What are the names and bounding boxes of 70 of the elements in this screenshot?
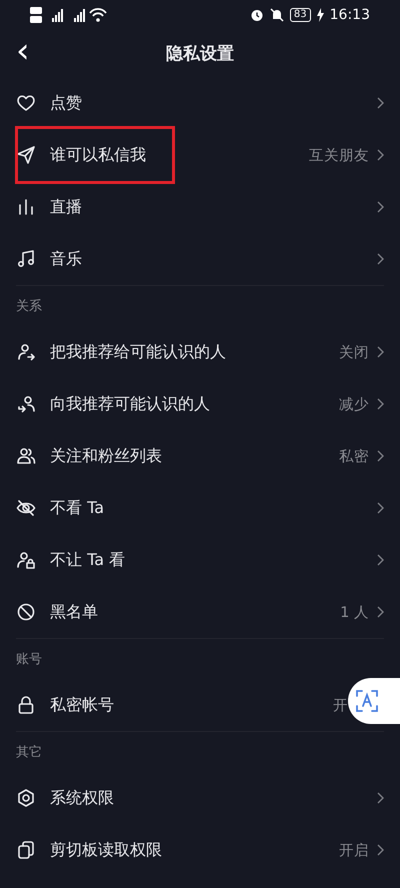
- row-label: 私密帐号: [50, 694, 115, 716]
- chevron-icon: [377, 201, 384, 213]
- settings-row[interactable]: 黑名单 1 人: [0, 586, 400, 638]
- floating-button[interactable]: [348, 678, 400, 724]
- settings-row[interactable]: 音乐: [0, 233, 400, 285]
- eye-slash-icon: [16, 498, 36, 518]
- row-label: 点赞: [50, 92, 83, 114]
- clipboard-icon: [16, 840, 36, 860]
- row-label: 音乐: [50, 248, 83, 270]
- chevron-icon: [377, 606, 384, 618]
- row-label: 关注和粉丝列表: [50, 446, 163, 466]
- settings-row[interactable]: 系统权限: [0, 772, 400, 824]
- bars-icon: [16, 197, 36, 217]
- chevron-icon: [377, 346, 384, 358]
- chevron-icon: [377, 398, 384, 410]
- page-title: 隐私设置: [166, 43, 234, 65]
- row-label: 不让 Ta 看: [50, 550, 126, 570]
- chevron-icon: [377, 844, 384, 856]
- battery-level: 83: [290, 8, 311, 22]
- person-arrow-icon: [16, 394, 36, 414]
- paper-plane-icon: [16, 145, 36, 165]
- settings-row[interactable]: 点赞: [0, 77, 400, 129]
- row-label: 直播: [50, 196, 83, 218]
- settings-row[interactable]: 谁可以私信我 互关朋友: [0, 129, 400, 181]
- chevron-icon: [377, 97, 384, 109]
- lock-icon: [16, 695, 36, 715]
- settings-row[interactable]: 关注和粉丝列表 私密: [0, 430, 400, 482]
- block-icon: [16, 602, 36, 622]
- settings-row[interactable]: 向我推荐可能认识的人 减少: [0, 378, 400, 430]
- row-value: 开启: [339, 842, 369, 860]
- back-button[interactable]: ‹: [10, 36, 36, 66]
- row-value: 关闭: [339, 344, 369, 362]
- settings-row[interactable]: 剪切板读取权限 开启: [0, 824, 400, 876]
- row-label: 剪切板读取权限: [50, 840, 163, 860]
- chevron-icon: [377, 554, 384, 566]
- section-title: 账号: [16, 651, 42, 668]
- row-value: 开: [333, 696, 348, 714]
- chevron-icon: [377, 502, 384, 514]
- row-value: 1 人: [340, 604, 369, 622]
- settings-row[interactable]: 把我推荐给可能认识的人 关闭: [0, 326, 400, 378]
- muted-bell-icon: [270, 8, 284, 22]
- music-note-icon: [16, 249, 36, 269]
- alarm-icon: [250, 8, 264, 22]
- row-label: 不看 Ta: [50, 498, 106, 518]
- settings-row[interactable]: 不让 Ta 看: [0, 534, 400, 586]
- person-lock-icon: [16, 550, 36, 570]
- section-title: 关系: [16, 298, 42, 315]
- row-label: 把我推荐给可能认识的人: [50, 342, 227, 362]
- clock-time: 16:13: [330, 7, 370, 23]
- text-scan-icon: [356, 690, 378, 712]
- row-label: 系统权限: [50, 788, 115, 808]
- hexagon-icon: [16, 788, 36, 808]
- row-label: 黑名单: [50, 602, 99, 622]
- settings-row[interactable]: 私密帐号 开: [0, 679, 348, 731]
- chevron-icon: [377, 253, 384, 265]
- row-value: 减少: [339, 396, 369, 414]
- chevron-icon: [377, 792, 384, 804]
- person-arrow-icon: [16, 342, 36, 362]
- row-value: 私密: [339, 448, 369, 466]
- settings-row[interactable]: 不看 Ta: [0, 482, 400, 534]
- row-label: 向我推荐可能认识的人: [50, 394, 211, 414]
- charging-icon: [316, 8, 324, 22]
- chevron-icon: [377, 149, 384, 161]
- chevron-icon: [377, 450, 384, 462]
- people-icon: [16, 446, 36, 466]
- settings-row[interactable]: 直播: [0, 181, 400, 233]
- row-value: 互关朋友: [309, 146, 369, 164]
- heart-icon: [16, 93, 36, 113]
- section-title: 其它: [16, 744, 42, 761]
- row-label: 谁可以私信我: [50, 144, 147, 166]
